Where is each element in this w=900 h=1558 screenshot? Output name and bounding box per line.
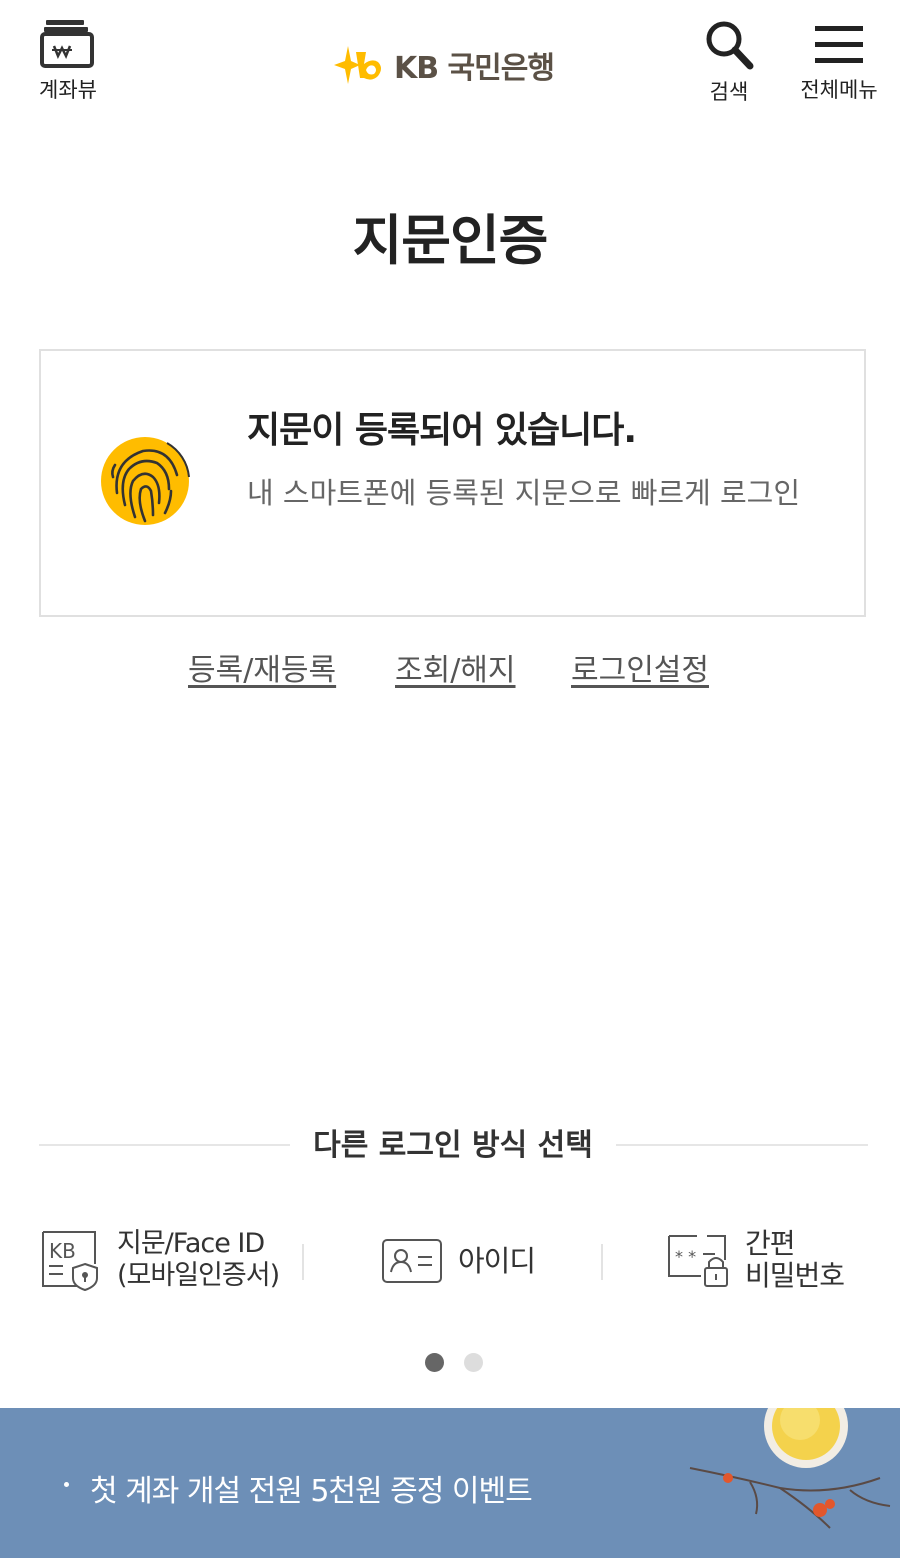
search-icon (706, 21, 754, 70)
card-title: 지문이 등록되어 있습니다. (247, 410, 637, 451)
kb-logo[interactable]: KB 국민은행 (332, 42, 555, 88)
pager-dot-1[interactable] (425, 1353, 444, 1372)
logo-text: KB 국민은행 (394, 51, 555, 86)
account-view-label: 계좌뷰 (39, 78, 97, 102)
method-separator-2 (601, 1244, 603, 1280)
fingerprint-icon (101, 437, 190, 525)
svg-text:* *: * * (675, 1247, 696, 1266)
kb-certificate-icon: KB (42, 1231, 98, 1292)
method-2-line1: 아이디 (458, 1244, 536, 1278)
method-3-line2: 비밀번호 (745, 1259, 845, 1292)
full-menu-label: 전체메뉴 (800, 78, 878, 102)
alt-login-title: 다른 로그인 방식 선택 (290, 1120, 616, 1164)
mobile-certificate-login-button[interactable]: KB 지문/Face ID (모바일인증서) (39, 1228, 280, 1292)
svg-text:KB: KB (49, 1239, 76, 1263)
page-title: 지문인증 (352, 209, 549, 272)
banner-text: 첫 계좌 개설 전원 5천원 증정 이벤트 (90, 1474, 533, 1509)
id-login-button[interactable]: 아이디 (381, 1238, 536, 1284)
id-card-icon (382, 1239, 442, 1283)
wallet-icon (40, 20, 94, 68)
full-menu-button[interactable]: 전체메뉴 (794, 22, 884, 104)
hamburger-menu-icon (815, 26, 863, 63)
event-banner[interactable]: 첫 계좌 개설 전원 5천원 증정 이벤트 (0, 1408, 900, 1558)
card-description: 내 스마트폰에 등록된 지문으로 빠르게 로그인 (247, 476, 801, 510)
login-settings-link[interactable]: 로그인설정 (571, 645, 709, 689)
search-button[interactable]: 검색 (694, 18, 764, 106)
banner-bullet (64, 1482, 69, 1487)
method-separator-1 (302, 1244, 304, 1280)
divider-right (616, 1144, 868, 1146)
divider-left (39, 1144, 291, 1146)
register-link[interactable]: 등록/재등록 (188, 645, 336, 689)
kb-star-icon (334, 46, 381, 84)
account-view-button[interactable]: 계좌뷰 (30, 18, 106, 104)
fingerprint-status-card: 지문이 등록되어 있습니다. 내 스마트폰에 등록된 지문으로 빠르게 로그인 (39, 349, 866, 617)
simple-password-icon: * * (668, 1235, 728, 1287)
simple-password-login-button[interactable]: * * 간편 비밀번호 (667, 1227, 845, 1292)
inquiry-cancel-link[interactable]: 조회/해지 (395, 645, 516, 689)
method-3-line1: 간편 (745, 1227, 796, 1260)
search-label: 검색 (709, 80, 749, 104)
pager-dot-2[interactable] (464, 1353, 483, 1372)
method-1-line1: 지문/Face ID (117, 1228, 265, 1259)
tea-cup-illustration (689, 1408, 891, 1529)
method-1-line2: (모바일인증서) (117, 1260, 280, 1291)
